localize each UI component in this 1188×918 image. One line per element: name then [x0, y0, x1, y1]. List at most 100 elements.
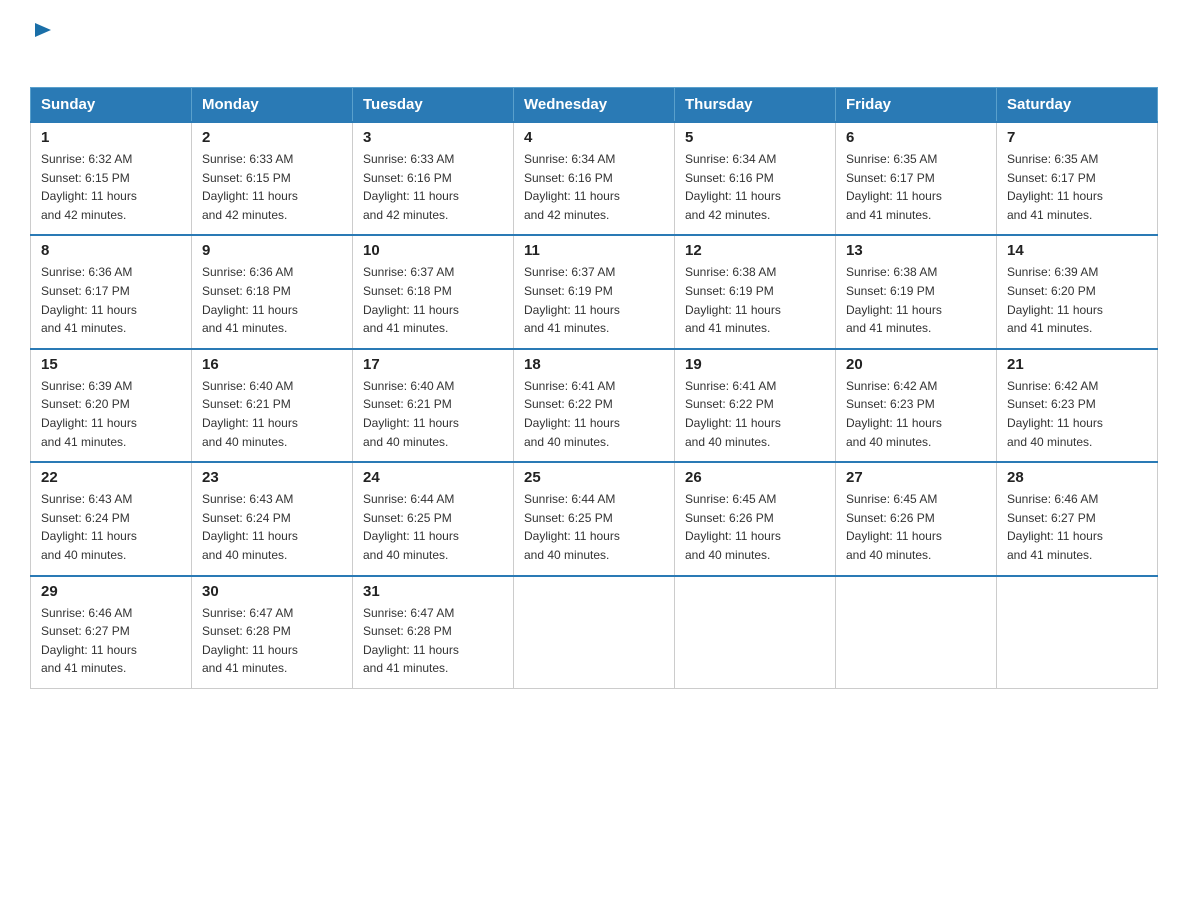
day-number: 1 [41, 129, 181, 146]
calendar-week-row: 8 Sunrise: 6:36 AM Sunset: 6:17 PM Dayli… [31, 235, 1158, 348]
day-number: 5 [685, 129, 825, 146]
day-info: Sunrise: 6:46 AM Sunset: 6:27 PM Dayligh… [41, 604, 181, 678]
day-info: Sunrise: 6:41 AM Sunset: 6:22 PM Dayligh… [524, 377, 664, 451]
calendar-cell: 21 Sunrise: 6:42 AM Sunset: 6:23 PM Dayl… [997, 349, 1158, 462]
day-number: 23 [202, 469, 342, 486]
day-number: 22 [41, 469, 181, 486]
day-number: 4 [524, 129, 664, 146]
calendar-cell: 11 Sunrise: 6:37 AM Sunset: 6:19 PM Dayl… [514, 235, 675, 348]
weekday-header-saturday: Saturday [997, 88, 1158, 123]
day-number: 14 [1007, 242, 1147, 259]
day-info: Sunrise: 6:37 AM Sunset: 6:19 PM Dayligh… [524, 263, 664, 337]
calendar-cell [836, 576, 997, 689]
calendar-cell: 8 Sunrise: 6:36 AM Sunset: 6:17 PM Dayli… [31, 235, 192, 348]
calendar-cell [675, 576, 836, 689]
calendar-table: SundayMondayTuesdayWednesdayThursdayFrid… [30, 87, 1158, 689]
day-number: 2 [202, 129, 342, 146]
day-number: 19 [685, 356, 825, 373]
day-number: 15 [41, 356, 181, 373]
calendar-cell: 2 Sunrise: 6:33 AM Sunset: 6:15 PM Dayli… [192, 122, 353, 235]
calendar-cell: 28 Sunrise: 6:46 AM Sunset: 6:27 PM Dayl… [997, 462, 1158, 575]
page-header [30, 20, 1158, 69]
day-number: 29 [41, 583, 181, 600]
weekday-header-thursday: Thursday [675, 88, 836, 123]
day-number: 28 [1007, 469, 1147, 486]
day-number: 26 [685, 469, 825, 486]
day-number: 25 [524, 469, 664, 486]
calendar-cell: 1 Sunrise: 6:32 AM Sunset: 6:15 PM Dayli… [31, 122, 192, 235]
calendar-cell [514, 576, 675, 689]
day-info: Sunrise: 6:35 AM Sunset: 6:17 PM Dayligh… [1007, 150, 1147, 224]
day-info: Sunrise: 6:46 AM Sunset: 6:27 PM Dayligh… [1007, 490, 1147, 564]
calendar-cell: 16 Sunrise: 6:40 AM Sunset: 6:21 PM Dayl… [192, 349, 353, 462]
calendar-cell: 10 Sunrise: 6:37 AM Sunset: 6:18 PM Dayl… [353, 235, 514, 348]
weekday-header-tuesday: Tuesday [353, 88, 514, 123]
day-info: Sunrise: 6:44 AM Sunset: 6:25 PM Dayligh… [363, 490, 503, 564]
day-info: Sunrise: 6:43 AM Sunset: 6:24 PM Dayligh… [202, 490, 342, 564]
day-number: 10 [363, 242, 503, 259]
day-number: 16 [202, 356, 342, 373]
day-number: 17 [363, 356, 503, 373]
day-number: 20 [846, 356, 986, 373]
calendar-cell: 6 Sunrise: 6:35 AM Sunset: 6:17 PM Dayli… [836, 122, 997, 235]
logo [30, 20, 55, 69]
calendar-cell: 24 Sunrise: 6:44 AM Sunset: 6:25 PM Dayl… [353, 462, 514, 575]
calendar-cell: 5 Sunrise: 6:34 AM Sunset: 6:16 PM Dayli… [675, 122, 836, 235]
calendar-cell: 27 Sunrise: 6:45 AM Sunset: 6:26 PM Dayl… [836, 462, 997, 575]
day-info: Sunrise: 6:40 AM Sunset: 6:21 PM Dayligh… [202, 377, 342, 451]
calendar-cell: 29 Sunrise: 6:46 AM Sunset: 6:27 PM Dayl… [31, 576, 192, 689]
day-info: Sunrise: 6:38 AM Sunset: 6:19 PM Dayligh… [846, 263, 986, 337]
weekday-header-friday: Friday [836, 88, 997, 123]
calendar-cell: 30 Sunrise: 6:47 AM Sunset: 6:28 PM Dayl… [192, 576, 353, 689]
day-info: Sunrise: 6:33 AM Sunset: 6:16 PM Dayligh… [363, 150, 503, 224]
day-info: Sunrise: 6:32 AM Sunset: 6:15 PM Dayligh… [41, 150, 181, 224]
day-info: Sunrise: 6:47 AM Sunset: 6:28 PM Dayligh… [363, 604, 503, 678]
day-number: 8 [41, 242, 181, 259]
day-number: 12 [685, 242, 825, 259]
calendar-cell: 31 Sunrise: 6:47 AM Sunset: 6:28 PM Dayl… [353, 576, 514, 689]
day-info: Sunrise: 6:38 AM Sunset: 6:19 PM Dayligh… [685, 263, 825, 337]
day-number: 9 [202, 242, 342, 259]
calendar-cell: 12 Sunrise: 6:38 AM Sunset: 6:19 PM Dayl… [675, 235, 836, 348]
day-number: 30 [202, 583, 342, 600]
calendar-cell: 13 Sunrise: 6:38 AM Sunset: 6:19 PM Dayl… [836, 235, 997, 348]
calendar-cell: 22 Sunrise: 6:43 AM Sunset: 6:24 PM Dayl… [31, 462, 192, 575]
day-info: Sunrise: 6:37 AM Sunset: 6:18 PM Dayligh… [363, 263, 503, 337]
day-info: Sunrise: 6:36 AM Sunset: 6:18 PM Dayligh… [202, 263, 342, 337]
day-info: Sunrise: 6:43 AM Sunset: 6:24 PM Dayligh… [41, 490, 181, 564]
calendar-cell: 25 Sunrise: 6:44 AM Sunset: 6:25 PM Dayl… [514, 462, 675, 575]
day-number: 7 [1007, 129, 1147, 146]
day-number: 6 [846, 129, 986, 146]
day-number: 13 [846, 242, 986, 259]
day-info: Sunrise: 6:34 AM Sunset: 6:16 PM Dayligh… [685, 150, 825, 224]
weekday-header-sunday: Sunday [31, 88, 192, 123]
calendar-week-row: 1 Sunrise: 6:32 AM Sunset: 6:15 PM Dayli… [31, 122, 1158, 235]
day-number: 27 [846, 469, 986, 486]
calendar-cell: 4 Sunrise: 6:34 AM Sunset: 6:16 PM Dayli… [514, 122, 675, 235]
calendar-cell [997, 576, 1158, 689]
weekday-header-row: SundayMondayTuesdayWednesdayThursdayFrid… [31, 88, 1158, 123]
calendar-cell: 18 Sunrise: 6:41 AM Sunset: 6:22 PM Dayl… [514, 349, 675, 462]
calendar-cell: 3 Sunrise: 6:33 AM Sunset: 6:16 PM Dayli… [353, 122, 514, 235]
day-number: 24 [363, 469, 503, 486]
calendar-cell: 20 Sunrise: 6:42 AM Sunset: 6:23 PM Dayl… [836, 349, 997, 462]
day-info: Sunrise: 6:41 AM Sunset: 6:22 PM Dayligh… [685, 377, 825, 451]
day-number: 21 [1007, 356, 1147, 373]
day-info: Sunrise: 6:45 AM Sunset: 6:26 PM Dayligh… [846, 490, 986, 564]
day-number: 3 [363, 129, 503, 146]
day-info: Sunrise: 6:35 AM Sunset: 6:17 PM Dayligh… [846, 150, 986, 224]
calendar-cell: 23 Sunrise: 6:43 AM Sunset: 6:24 PM Dayl… [192, 462, 353, 575]
day-info: Sunrise: 6:44 AM Sunset: 6:25 PM Dayligh… [524, 490, 664, 564]
day-info: Sunrise: 6:42 AM Sunset: 6:23 PM Dayligh… [1007, 377, 1147, 451]
calendar-cell: 14 Sunrise: 6:39 AM Sunset: 6:20 PM Dayl… [997, 235, 1158, 348]
calendar-cell: 15 Sunrise: 6:39 AM Sunset: 6:20 PM Dayl… [31, 349, 192, 462]
day-info: Sunrise: 6:40 AM Sunset: 6:21 PM Dayligh… [363, 377, 503, 451]
day-info: Sunrise: 6:39 AM Sunset: 6:20 PM Dayligh… [1007, 263, 1147, 337]
weekday-header-wednesday: Wednesday [514, 88, 675, 123]
day-info: Sunrise: 6:39 AM Sunset: 6:20 PM Dayligh… [41, 377, 181, 451]
calendar-cell: 19 Sunrise: 6:41 AM Sunset: 6:22 PM Dayl… [675, 349, 836, 462]
calendar-cell: 7 Sunrise: 6:35 AM Sunset: 6:17 PM Dayli… [997, 122, 1158, 235]
day-info: Sunrise: 6:36 AM Sunset: 6:17 PM Dayligh… [41, 263, 181, 337]
day-number: 31 [363, 583, 503, 600]
calendar-week-row: 29 Sunrise: 6:46 AM Sunset: 6:27 PM Dayl… [31, 576, 1158, 689]
